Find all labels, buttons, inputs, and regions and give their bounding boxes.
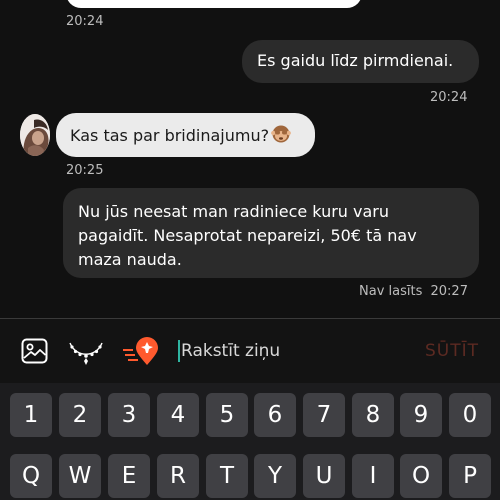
key-6[interactable]: 6 bbox=[254, 393, 296, 437]
message-input[interactable]: Rakstīt ziņu bbox=[178, 338, 408, 366]
key-p[interactable]: P bbox=[449, 454, 491, 498]
message-input-placeholder: Rakstīt ziņu bbox=[181, 341, 281, 361]
text-cursor bbox=[178, 340, 180, 362]
key-5[interactable]: 5 bbox=[206, 393, 248, 437]
message-bubble-outgoing[interactable]: Es gaidu līdz pirmdienai. bbox=[242, 40, 479, 83]
location-pin-icon[interactable] bbox=[122, 337, 160, 371]
key-1[interactable]: 1 bbox=[10, 393, 52, 437]
key-y[interactable]: Y bbox=[254, 454, 296, 498]
key-u[interactable]: U bbox=[303, 454, 345, 498]
key-9[interactable]: 9 bbox=[400, 393, 442, 437]
image-icon[interactable] bbox=[21, 338, 48, 368]
read-status: Nav lasīts bbox=[359, 284, 423, 299]
key-t[interactable]: T bbox=[206, 454, 248, 498]
message-time: 20:25 bbox=[66, 163, 104, 178]
key-o[interactable]: O bbox=[400, 454, 442, 498]
key-0[interactable]: 0 bbox=[449, 393, 491, 437]
keyboard: 1 2 3 4 5 6 7 8 9 0 Q W E R T Y U I O P bbox=[0, 383, 500, 500]
send-button[interactable]: SŪTĪT bbox=[425, 341, 479, 361]
message-time: 20:27 bbox=[430, 284, 468, 299]
key-3[interactable]: 3 bbox=[108, 393, 150, 437]
message-status-row: Nav lasīts 20:27 bbox=[359, 284, 468, 299]
key-7[interactable]: 7 bbox=[303, 393, 345, 437]
message-text: Es gaidu līdz pirmdienai. bbox=[257, 51, 454, 70]
message-text: Kas tas par bridinajumu? bbox=[70, 126, 270, 145]
key-r[interactable]: R bbox=[157, 454, 199, 498]
message-bubble-incoming[interactable]: Kas tas par bridinajumu? bbox=[56, 113, 315, 157]
chat-area: 20:24 Es gaidu līdz pirmdienai. 20:24 Ka… bbox=[0, 0, 500, 318]
necklace-icon[interactable] bbox=[68, 340, 104, 370]
see-no-evil-monkey-icon bbox=[271, 124, 291, 144]
key-4[interactable]: 4 bbox=[157, 393, 199, 437]
key-2[interactable]: 2 bbox=[59, 393, 101, 437]
message-time: 20:24 bbox=[430, 90, 468, 105]
avatar-image bbox=[20, 114, 50, 156]
key-e[interactable]: E bbox=[108, 454, 150, 498]
message-bubble-outgoing[interactable]: Nu jūs neesat man radiniece kuru varu pa… bbox=[63, 188, 479, 278]
message-text: Nu jūs neesat man radiniece kuru varu pa… bbox=[78, 202, 417, 269]
message-time: 20:24 bbox=[66, 14, 104, 29]
key-i[interactable]: I bbox=[352, 454, 394, 498]
key-q[interactable]: Q bbox=[10, 454, 52, 498]
key-8[interactable]: 8 bbox=[352, 393, 394, 437]
avatar[interactable] bbox=[20, 114, 50, 156]
message-bubble-incoming-partial bbox=[66, 0, 362, 8]
key-w[interactable]: W bbox=[59, 454, 101, 498]
